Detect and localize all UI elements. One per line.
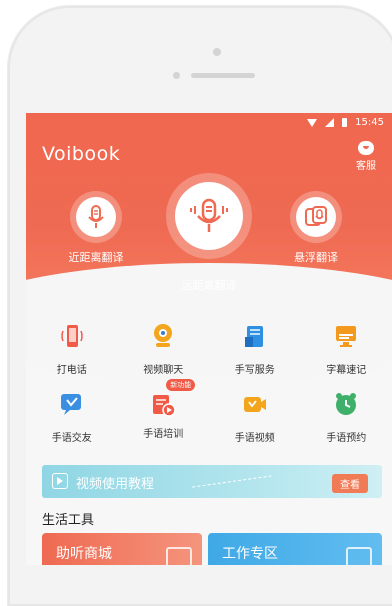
- feature-subtitles[interactable]: 字幕速记: [301, 323, 392, 391]
- webcam-icon: [150, 323, 176, 349]
- feature-label: 打电话: [26, 361, 118, 376]
- status-bar: 15:45: [307, 117, 384, 128]
- feature-grid: 打电话 视频聊天 手写服务: [26, 323, 392, 459]
- battery-icon: [342, 118, 347, 127]
- app-title: Voibook: [42, 143, 120, 165]
- far-translation-button[interactable]: 远距离翻译: [164, 173, 254, 293]
- feature-label: 视频聊天: [118, 361, 210, 376]
- near-translation-label: 近距离翻译: [66, 249, 126, 265]
- feature-label: 手语培训: [118, 425, 210, 440]
- notebook-icon: [242, 323, 268, 349]
- arrow-decoration: [192, 475, 271, 488]
- wifi-icon: [307, 119, 317, 127]
- alarm-clock-icon: [333, 391, 359, 417]
- near-translation-button[interactable]: 近距离翻译: [66, 191, 126, 265]
- microphone-wave-icon: [186, 198, 232, 234]
- feature-label: 手语视频: [209, 429, 301, 444]
- chat-bubble-icon: [358, 141, 374, 155]
- app-screen: 15:45 Voibook 客服 近距离翻译: [26, 113, 392, 565]
- monitor-icon: [333, 323, 359, 349]
- floating-translation-button[interactable]: 悬浮翻译: [286, 191, 346, 265]
- far-translation-label: 远距离翻译: [164, 277, 254, 293]
- tutorial-banner[interactable]: 视频使用教程 查看: [42, 465, 382, 498]
- feature-video-chat[interactable]: 视频聊天: [118, 323, 210, 391]
- feature-label: 手语交友: [26, 429, 118, 444]
- video-camera-icon: [242, 391, 268, 417]
- sensor-dot: [213, 48, 221, 56]
- training-icon-wrap: 新功能: [150, 391, 176, 417]
- customer-service-button[interactable]: 客服: [348, 141, 384, 172]
- floating-mic-icon: [305, 206, 327, 228]
- feature-sign-video[interactable]: 手语视频: [209, 391, 301, 459]
- signal-icon: [325, 118, 334, 127]
- shop-icon: [166, 547, 192, 565]
- card-title: 助听商城: [56, 543, 112, 563]
- status-time: 15:45: [355, 117, 384, 128]
- feature-sign-training[interactable]: 新功能 手语培训: [118, 391, 210, 459]
- feature-sign-friends[interactable]: 手语交友: [26, 391, 118, 459]
- feature-label: 手写服务: [209, 361, 301, 376]
- video-course-icon: [150, 391, 176, 417]
- briefcase-icon: [346, 547, 372, 565]
- sign-chat-icon: [59, 391, 85, 417]
- phone-icon: [59, 323, 85, 349]
- feature-phone-call[interactable]: 打电话: [26, 323, 118, 391]
- feature-sign-booking[interactable]: 手语预约: [301, 391, 392, 459]
- customer-service-label: 客服: [356, 161, 376, 172]
- banner-text: 视频使用教程: [76, 473, 154, 492]
- work-zone-card[interactable]: 工作专区: [208, 533, 382, 565]
- floating-translation-label: 悬浮翻译: [286, 249, 346, 265]
- life-tools-title: 生活工具: [42, 509, 94, 528]
- feature-label: 手语预约: [301, 429, 392, 444]
- feature-handwriting[interactable]: 手写服务: [209, 323, 301, 391]
- new-feature-badge: 新功能: [166, 379, 195, 391]
- hearing-aid-shop-card[interactable]: 助听商城: [42, 533, 202, 565]
- front-camera: [173, 72, 180, 79]
- card-title: 工作专区: [222, 543, 278, 563]
- play-icon: [52, 473, 68, 489]
- feature-label: 字幕速记: [301, 361, 392, 376]
- view-button[interactable]: 查看: [332, 474, 368, 493]
- earpiece-speaker: [191, 73, 255, 78]
- microphone-icon: [87, 205, 105, 229]
